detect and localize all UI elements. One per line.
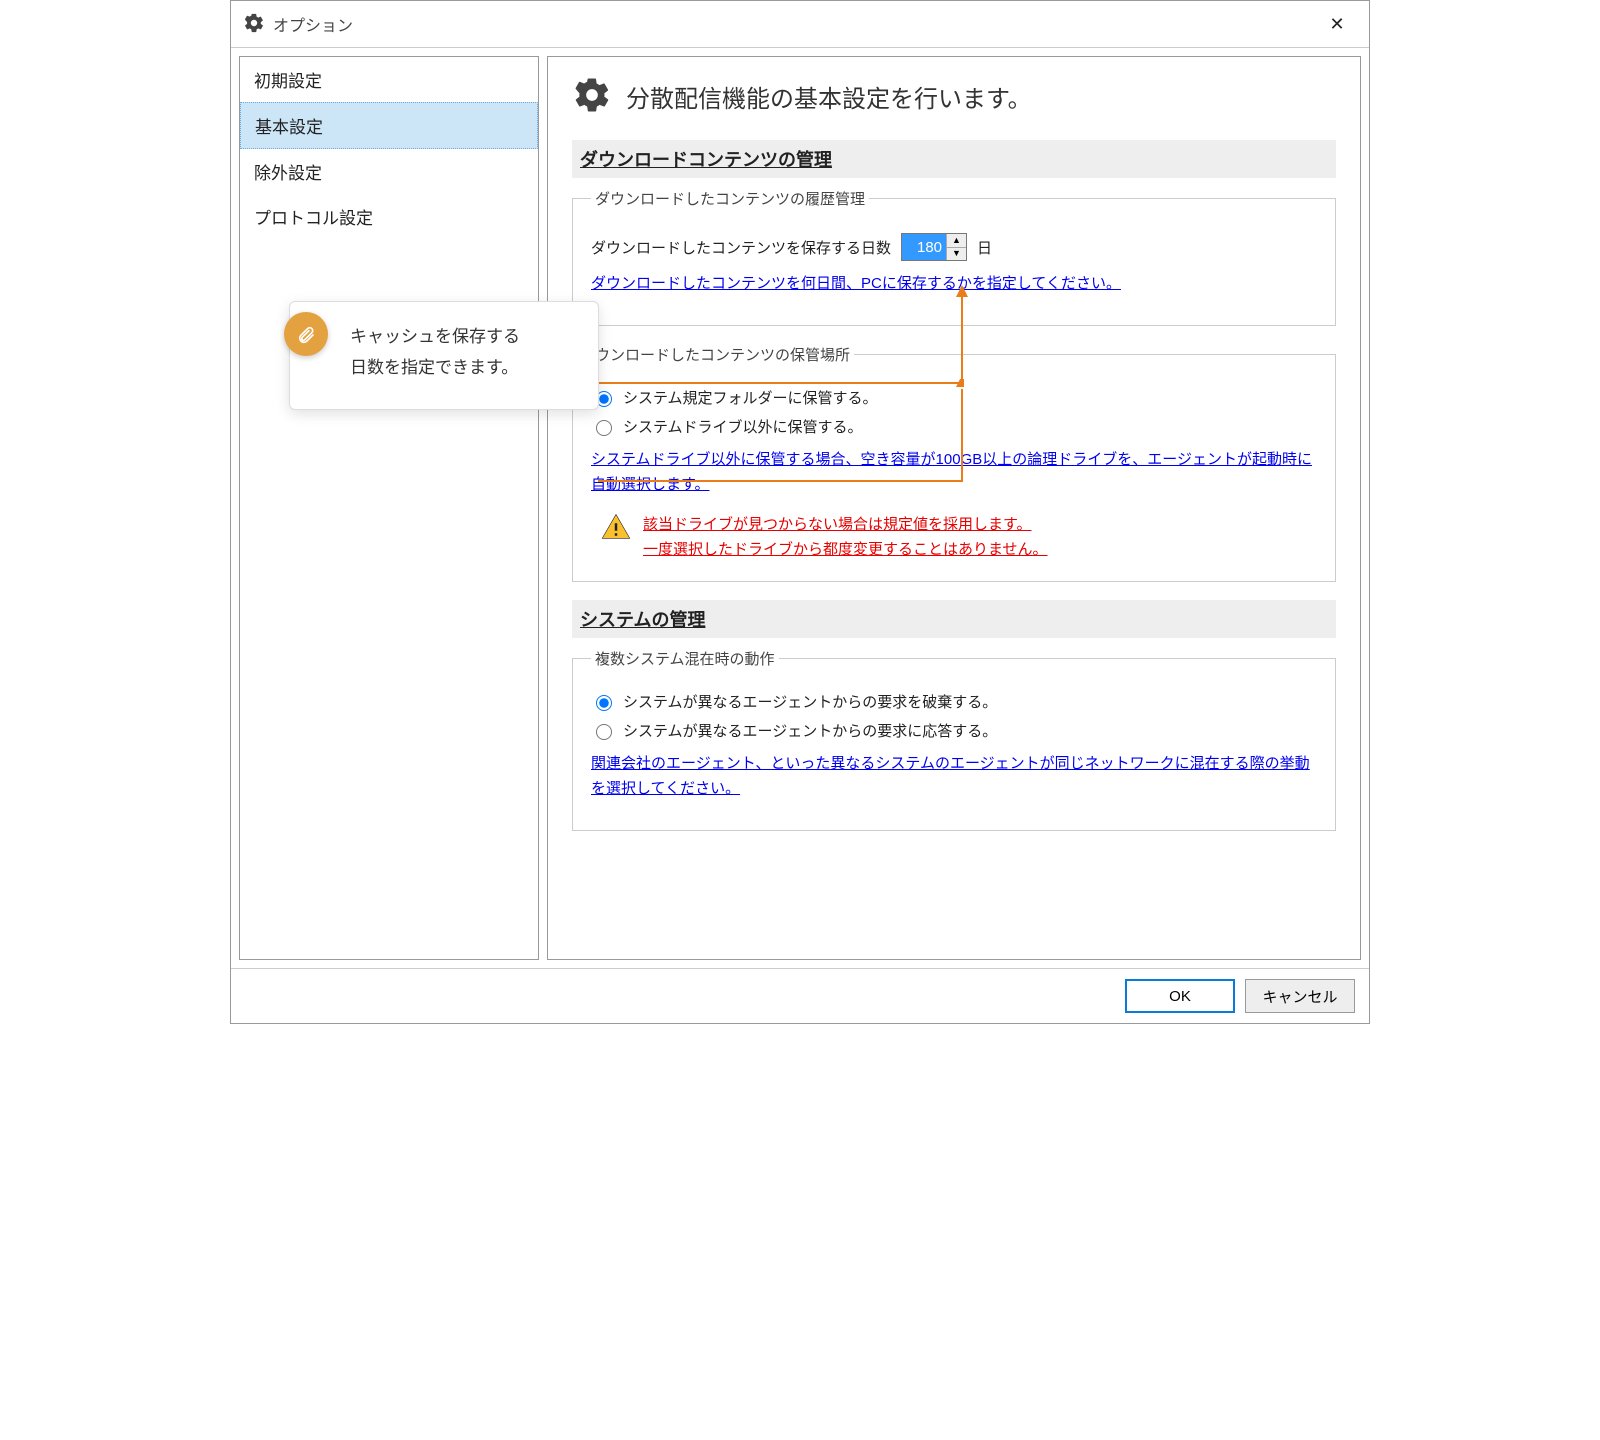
sidebar: 初期設定 基本設定 除外設定 プロトコル設定 (239, 56, 539, 960)
radio-discard[interactable]: システムが異なるエージェントからの要求を破棄する。 (591, 691, 1317, 712)
sidebar-item-protocol[interactable]: プロトコル設定 (240, 194, 538, 239)
warning-line-1: 該当ドライブが見つからない場合は規定値を採用します。 (643, 512, 1048, 538)
sidebar-item-basic[interactable]: 基本設定 (240, 102, 538, 149)
multisystem-hint-link[interactable]: 関連会社のエージェント、といった異なるシステムのエージェントが同じネットワークに… (591, 751, 1317, 802)
radio-other-drive-input[interactable] (596, 420, 612, 436)
dialog-footer: OK キャンセル (231, 968, 1369, 1023)
warning-icon (601, 512, 631, 542)
callout-line-1: キャッシュを保存する (350, 322, 572, 353)
radio-discard-input[interactable] (596, 695, 612, 711)
days-unit: 日 (977, 237, 992, 258)
days-input[interactable] (902, 234, 946, 260)
ok-button[interactable]: OK (1125, 979, 1235, 1013)
days-label: ダウンロードしたコンテンツを保存する日数 (591, 237, 891, 258)
days-spin-down[interactable]: ▼ (947, 248, 966, 261)
section-system-heading: システムの管理 (572, 600, 1336, 638)
radio-system-folder[interactable]: システム規定フォルダーに保管する。 (591, 387, 1317, 408)
close-icon: ✕ (1329, 14, 1344, 35)
radio-respond-label: システムが異なるエージェントからの要求に応答する。 (623, 720, 997, 741)
days-spin-up[interactable]: ▲ (947, 234, 966, 248)
location-hint-link[interactable]: システムドライブ以外に保管する場合、空き容量が100GB以上の論理ドライブを、エ… (591, 447, 1317, 498)
gear-icon (572, 75, 612, 118)
callout-tooltip: キャッシュを保存する 日数を指定できます。 (289, 301, 599, 410)
main-panel: 分散配信機能の基本設定を行います。 ダウンロードコンテンツの管理 ダウンロードし… (547, 56, 1361, 960)
fieldset-multisystem-legend: 複数システム混在時の動作 (591, 648, 779, 669)
fieldset-history-legend: ダウンロードしたコンテンツの履歴管理 (591, 188, 869, 209)
fieldset-history: ダウンロードしたコンテンツの履歴管理 ダウンロードしたコンテンツを保存する日数 … (572, 188, 1336, 326)
radio-system-folder-label: システム規定フォルダーに保管する。 (623, 387, 878, 408)
warning-line-2: 一度選択したドライブから都度変更することはありません。 (643, 537, 1048, 563)
fieldset-location: ウンロードしたコンテンツの保管場所 システム規定フォルダーに保管する。 システム… (572, 344, 1336, 582)
sidebar-item-exclude[interactable]: 除外設定 (240, 149, 538, 194)
days-hint-link[interactable]: ダウンロードしたコンテンツを何日間、PCに保存するかを指定してください。 (591, 271, 1121, 297)
radio-discard-label: システムが異なるエージェントからの要求を破棄する。 (623, 691, 997, 712)
fieldset-location-legend: ウンロードしたコンテンツの保管場所 (591, 344, 854, 365)
fieldset-multisystem: 複数システム混在時の動作 システムが異なるエージェントからの要求を破棄する。 シ… (572, 648, 1336, 831)
options-dialog: オプション ✕ 初期設定 基本設定 除外設定 プロトコル設定 分散配信機能の基本… (230, 0, 1370, 1024)
radio-other-drive[interactable]: システムドライブ以外に保管する。 (591, 416, 1317, 437)
titlebar: オプション ✕ (231, 1, 1369, 48)
sidebar-item-initial[interactable]: 初期設定 (240, 57, 538, 102)
window-title: オプション (273, 12, 353, 36)
section-download-heading: ダウンロードコンテンツの管理 (572, 140, 1336, 178)
gear-icon (243, 12, 265, 37)
radio-respond-input[interactable] (596, 724, 612, 740)
close-button[interactable]: ✕ (1317, 9, 1357, 39)
page-title: 分散配信機能の基本設定を行います。 (626, 79, 1032, 114)
radio-respond[interactable]: システムが異なるエージェントからの要求に応答する。 (591, 720, 1317, 741)
radio-other-drive-label: システムドライブ以外に保管する。 (623, 416, 863, 437)
callout-line-2: 日数を指定できます。 (350, 353, 572, 384)
attachment-icon (284, 312, 328, 356)
cancel-button[interactable]: キャンセル (1245, 979, 1355, 1013)
